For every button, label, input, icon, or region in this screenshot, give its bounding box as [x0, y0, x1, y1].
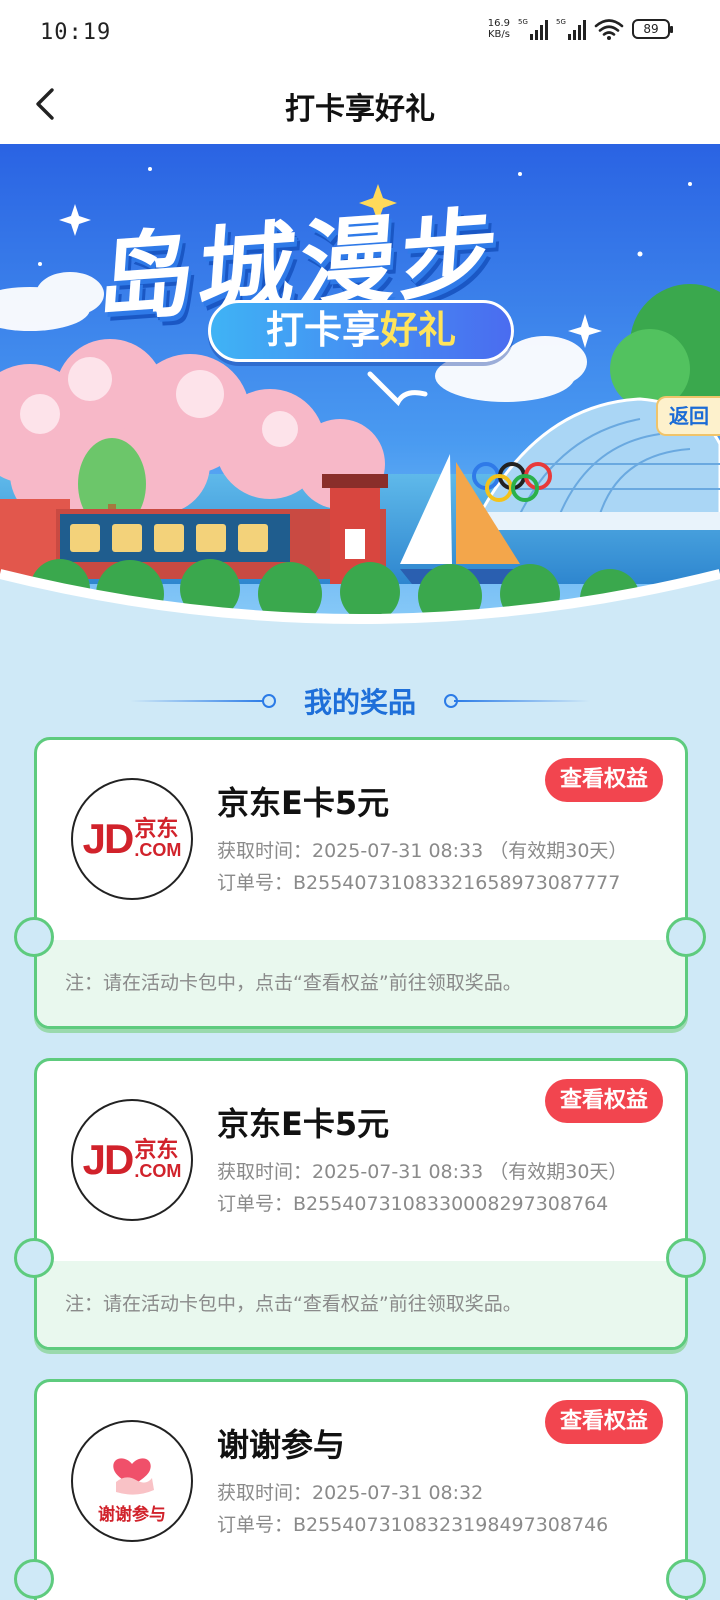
card-notch: [14, 917, 54, 957]
thanks-logo: 谢谢参与: [71, 1420, 193, 1542]
prize-order-number: 订单号：B2554073108330008297308764: [217, 1193, 609, 1215]
divider: [454, 700, 590, 702]
heart-hand-icon: [113, 1457, 154, 1495]
section-header: 我的奖品: [0, 675, 720, 725]
prize-card: JD 京东 .COM 京东E卡5元 获取时间：2025-07-31 08:33 …: [34, 737, 688, 1029]
prize-card-body: 谢谢参与 谢谢参与 获取时间：2025-07-31 08:32 订单号：B255…: [37, 1382, 685, 1582]
card-notch: [14, 1559, 54, 1599]
view-benefit-button[interactable]: 查看权益: [545, 1079, 663, 1123]
prize-order-number: 订单号：B2554073108323198497308746: [217, 1514, 609, 1536]
prize-time: 获取时间：2025-07-31 08:33 （有效期30天）: [217, 840, 628, 862]
nav-bar: 打卡享好礼: [0, 64, 720, 144]
prize-card: JD 京东 .COM 京东E卡5元 获取时间：2025-07-31 08:33 …: [34, 1058, 688, 1350]
prize-card-body: JD 京东 .COM 京东E卡5元 获取时间：2025-07-31 08:33 …: [37, 740, 685, 940]
banner-subtitle: 打卡享好礼: [208, 300, 514, 362]
prize-name: 谢谢参与: [217, 1426, 346, 1464]
card-notch: [666, 1238, 706, 1278]
prize-name: 京东E卡5元: [217, 784, 390, 822]
signal-icon: 5G: [518, 18, 548, 40]
status-time: 10:19: [40, 20, 112, 45]
view-benefit-button[interactable]: 查看权益: [545, 758, 663, 802]
battery-icon: 89: [632, 19, 673, 39]
wifi-icon: [594, 19, 624, 40]
hero-banner: 岛城漫步 打卡享好礼 返回: [0, 144, 720, 644]
jd-logo: JD 京东 .COM: [71, 778, 193, 900]
card-notch: [666, 1559, 706, 1599]
prize-note: 注：请在活动卡包中，点击“查看权益”前往领取奖品。: [37, 1261, 685, 1347]
network-speed: 16.9 KB/s: [487, 18, 510, 40]
card-notch: [666, 917, 706, 957]
jd-logo: JD 京东 .COM: [71, 1099, 193, 1221]
prize-name: 京东E卡5元: [217, 1105, 390, 1143]
prize-time: 获取时间：2025-07-31 08:32: [217, 1482, 484, 1504]
return-button[interactable]: 返回: [656, 396, 720, 436]
prize-time: 获取时间：2025-07-31 08:33 （有效期30天）: [217, 1161, 628, 1183]
prize-note: 注：请在活动卡包中，点击“查看权益”前往领取奖品。: [37, 940, 685, 1026]
prize-card: 谢谢参与 谢谢参与 获取时间：2025-07-31 08:32 订单号：B255…: [34, 1379, 688, 1600]
status-bar: 10:19 16.9 KB/s 5G 5G 89: [0, 0, 720, 64]
page-title: 打卡享好礼: [285, 92, 435, 127]
prize-order-number: 订单号：B25540731083321658973087777: [217, 872, 621, 894]
view-benefit-button[interactable]: 查看权益: [545, 1400, 663, 1444]
status-indicators: 16.9 KB/s 5G 5G 89: [487, 18, 673, 40]
card-notch: [14, 1238, 54, 1278]
section-title: 我的奖品: [303, 686, 416, 719]
prize-card-body: JD 京东 .COM 京东E卡5元 获取时间：2025-07-31 08:33 …: [37, 1061, 685, 1261]
signal-icon: 5G: [556, 18, 586, 40]
